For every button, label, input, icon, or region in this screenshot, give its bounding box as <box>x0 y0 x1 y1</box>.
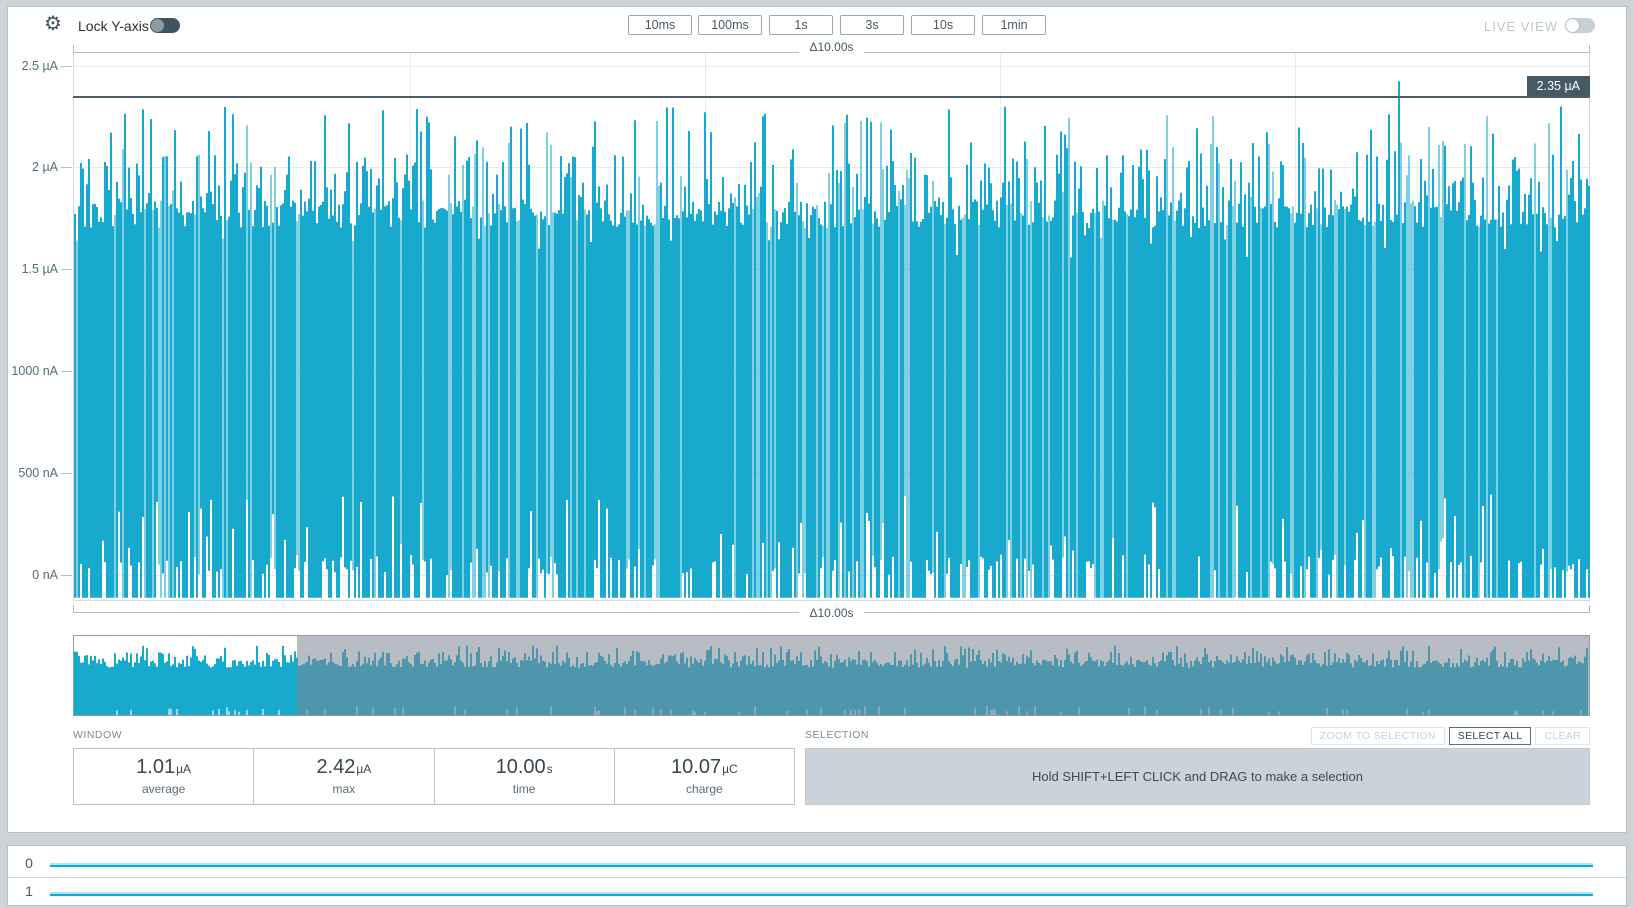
digital-channel-1-trace <box>50 892 1593 896</box>
live-view-toggle[interactable] <box>1565 18 1595 33</box>
y-axis-tick-label: 0 nA <box>0 568 58 582</box>
zoom-to-selection-button[interactable]: ZOOM TO SELECTION <box>1311 727 1445 745</box>
selection-section-title: SELECTION <box>805 729 869 741</box>
time-range-button-10s[interactable]: 10s <box>911 15 975 35</box>
lock-y-axis-label: Lock Y-axis <box>78 18 149 34</box>
live-view-label: LIVE VIEW <box>1398 19 1558 34</box>
time-range-button-1s[interactable]: 1s <box>769 15 833 35</box>
stat-average: 1.01µA average <box>74 749 254 804</box>
time-range-button-1min[interactable]: 1min <box>982 15 1046 35</box>
time-range-button-100ms[interactable]: 100ms <box>698 15 762 35</box>
stat-time: 10.00s time <box>435 749 615 804</box>
selection-hint-text: Hold SHIFT+LEFT CLICK and DRAG to make a… <box>1032 769 1363 784</box>
select-all-button[interactable]: SELECT ALL <box>1449 727 1532 745</box>
digital-channel-0-trace <box>50 863 1593 867</box>
selection-hint-area[interactable]: Hold SHIFT+LEFT CLICK and DRAG to make a… <box>805 748 1590 805</box>
time-delta-label-bottom: Δ10.00s <box>73 606 1590 620</box>
y-axis-tick-mark <box>61 269 72 270</box>
time-range-button-10ms[interactable]: 10ms <box>628 15 692 35</box>
digital-channel-0-label: 0 <box>16 855 42 871</box>
clear-selection-button[interactable]: CLEAR <box>1535 727 1590 745</box>
channel-divider <box>8 877 1626 878</box>
window-section-title: WINDOW <box>73 729 122 741</box>
max-marker-line <box>73 96 1590 98</box>
digital-channels-panel <box>7 845 1627 906</box>
stat-charge: 10.07µC charge <box>615 749 794 804</box>
max-marker-badge: 2.35 µA <box>1527 76 1590 96</box>
time-delta-label-top: Δ10.00s <box>73 40 1590 54</box>
settings-gear-icon[interactable]: ⚙ <box>44 14 62 34</box>
y-axis-tick-mark <box>61 66 72 67</box>
stat-max: 2.42µA max <box>254 749 434 804</box>
y-axis-tick-label: 2 µA <box>0 160 58 174</box>
y-axis-tick-label: 2.5 µA <box>0 59 58 73</box>
y-axis-tick-mark <box>61 167 72 168</box>
minimap-unselected-shade <box>297 636 1589 715</box>
time-range-button-3s[interactable]: 3s <box>840 15 904 35</box>
window-stats-box: 1.01µA average 2.42µA max 10.00s time 10… <box>73 748 795 805</box>
y-axis-tick-mark <box>61 575 72 576</box>
toggle-knob <box>151 19 164 32</box>
y-axis-tick-label: 500 nA <box>0 466 58 480</box>
y-axis-tick-label: 1000 nA <box>0 364 58 378</box>
y-axis-tick-mark <box>61 371 72 372</box>
current-trace <box>74 53 1591 601</box>
current-chart[interactable] <box>73 53 1590 601</box>
y-axis-tick-label: 1.5 µA <box>0 262 58 276</box>
minimap-scrollbar[interactable] <box>73 635 1590 716</box>
toggle-knob <box>1566 19 1579 32</box>
digital-channel-1-label: 1 <box>16 883 42 899</box>
lock-y-axis-toggle[interactable] <box>150 18 180 33</box>
y-axis-tick-mark <box>61 473 72 474</box>
